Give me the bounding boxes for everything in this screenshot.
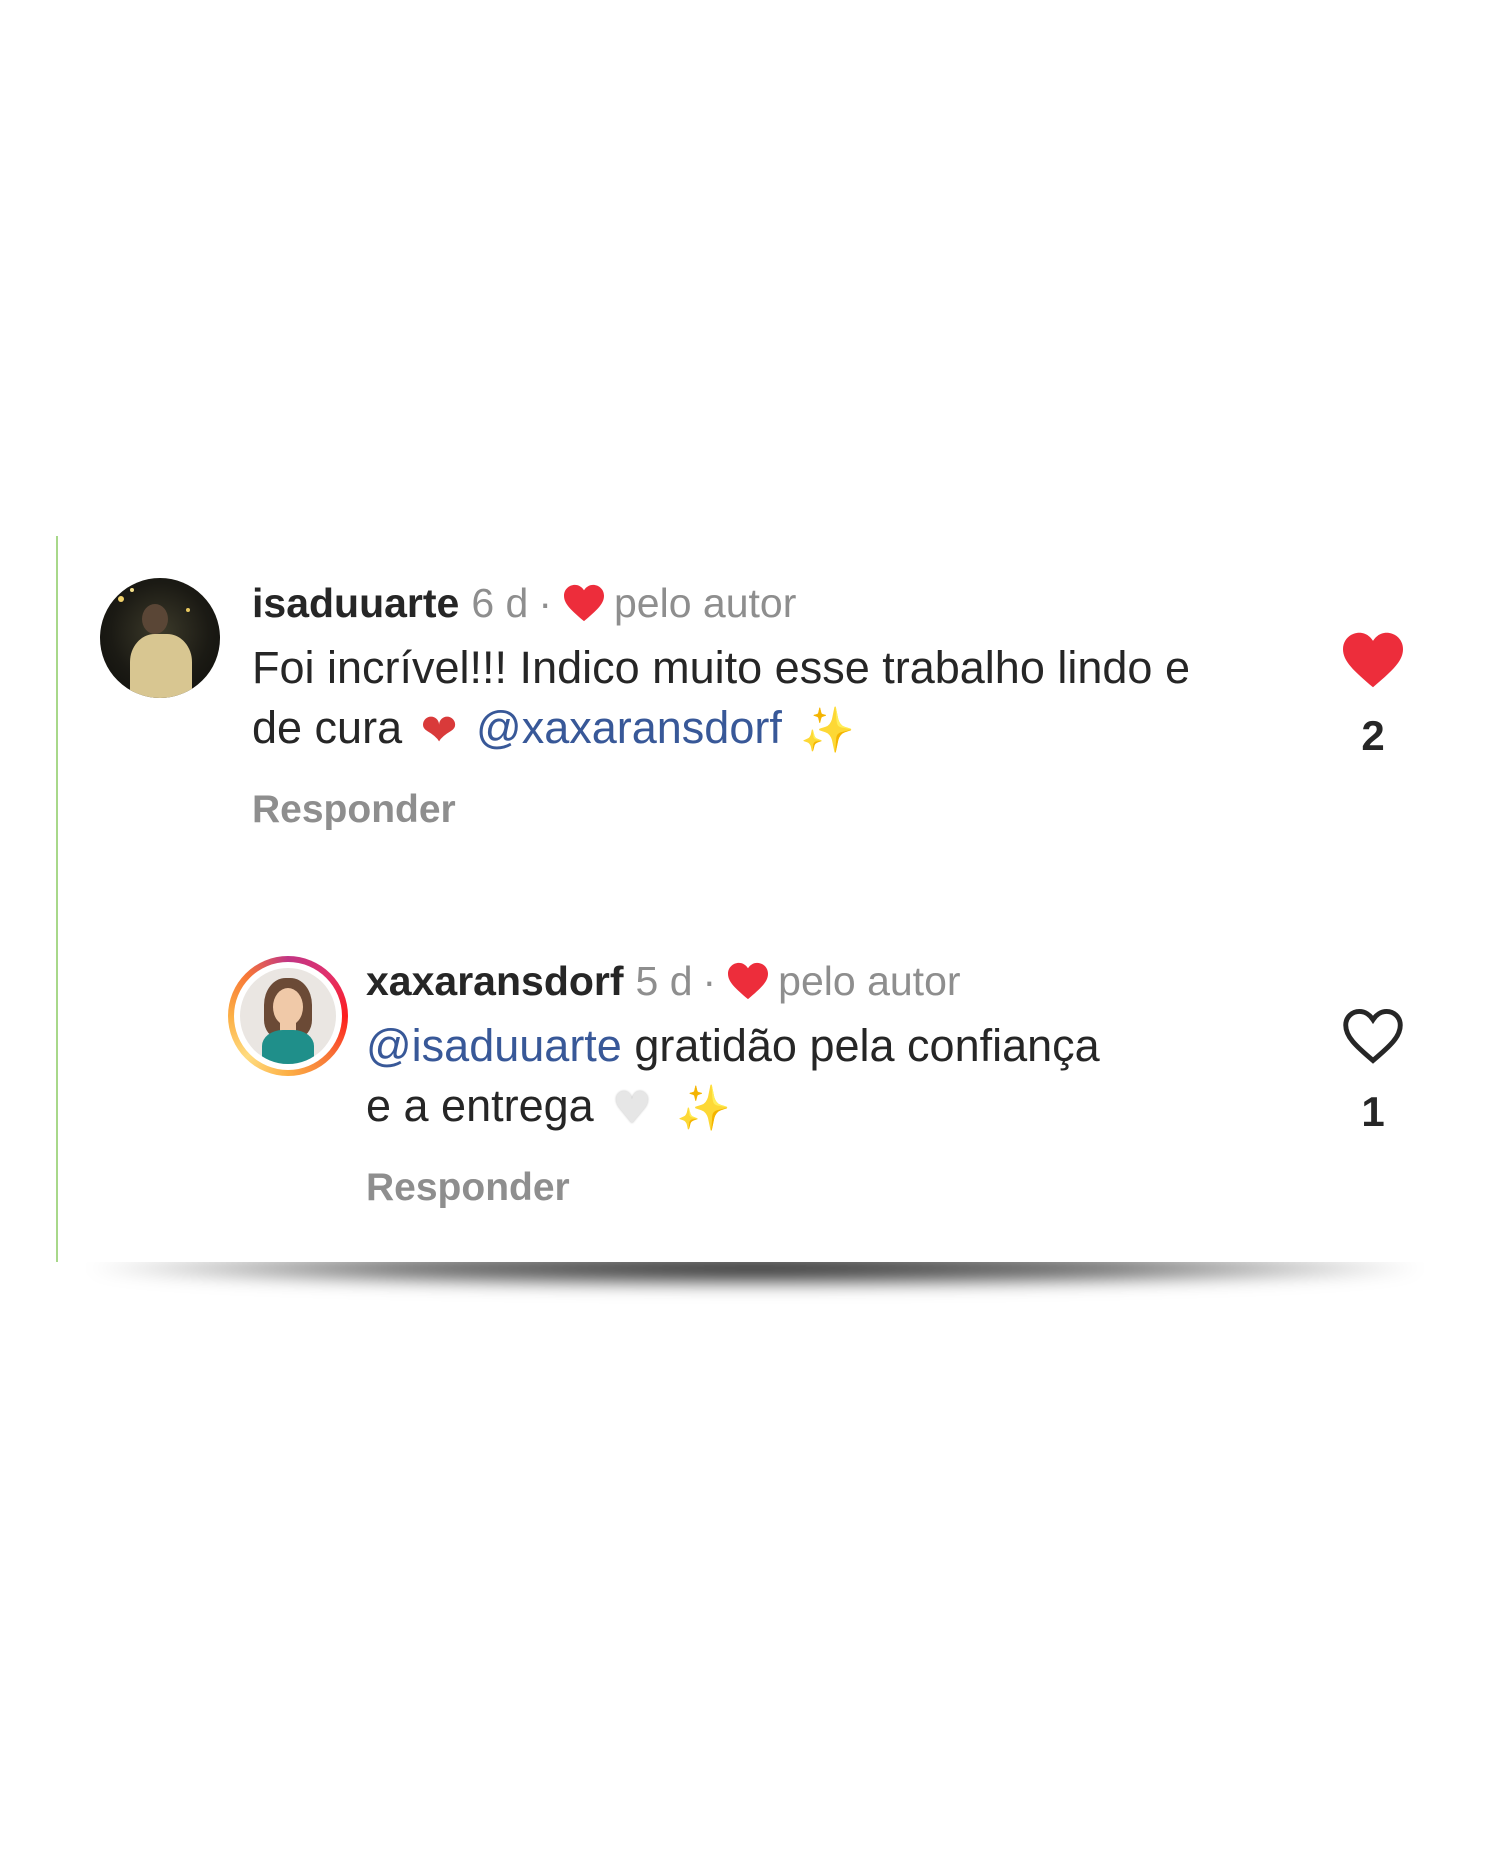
like-count[interactable]: 1	[1338, 1088, 1408, 1136]
heart-filled-icon[interactable]	[1340, 630, 1406, 690]
comments-card: isaduuarte 6 d · pelo autor Foi incrível…	[56, 536, 1438, 1262]
like-count[interactable]: 2	[1338, 712, 1408, 760]
separator: ·	[538, 580, 552, 626]
mention-link[interactable]: @xaxaransdorf	[476, 702, 782, 753]
liked-by-author-label: pelo autor	[778, 958, 961, 1004]
comment-text: @isaduuarte gratidão pela confiança e a …	[366, 1016, 1126, 1139]
reply-button[interactable]: Responder	[252, 785, 1252, 835]
timestamp: 6 d	[471, 580, 529, 626]
sparkles-emoji-icon: ✨	[676, 1083, 731, 1135]
comment-body: isaduuarte 6 d · pelo autor Foi incrível…	[252, 578, 1252, 835]
username[interactable]: xaxaransdorf	[366, 956, 624, 1006]
comment-meta: xaxaransdorf 5 d · pelo autor	[366, 956, 1126, 1006]
avatar-figure-head	[142, 604, 168, 634]
avatar-light	[118, 596, 124, 602]
comment-meta: isaduuarte 6 d · pelo autor	[252, 578, 1252, 628]
comment-text: Foi incrível!!! Indico muito esse trabal…	[252, 638, 1252, 761]
comment-body: xaxaransdorf 5 d · pelo autor @isaduuart…	[366, 956, 1126, 1213]
sparkles-emoji-icon: ✨	[800, 705, 856, 757]
avatar-light	[130, 588, 134, 592]
liked-by-author-heart-icon	[564, 584, 604, 622]
avatar-figure-body	[130, 634, 192, 698]
mending-heart-emoji-icon: ❤	[420, 705, 458, 757]
liked-by-author-heart-icon	[728, 962, 769, 1000]
like-column: 1	[1338, 1006, 1408, 1136]
avatar-photo	[240, 968, 336, 1064]
like-column: 2	[1338, 630, 1408, 760]
reply-button[interactable]: Responder	[366, 1163, 1126, 1213]
avatar-face	[273, 988, 303, 1026]
heart-outline-icon[interactable]	[1340, 1006, 1406, 1066]
avatar[interactable]	[100, 578, 220, 698]
timestamp: 5 d	[635, 958, 693, 1004]
avatar-light	[186, 608, 190, 612]
separator: ·	[702, 958, 717, 1004]
white-heart-emoji-icon: ♥	[612, 1083, 652, 1135]
avatar[interactable]	[228, 956, 348, 1076]
mention-link[interactable]: @isaduuarte	[366, 1020, 622, 1071]
username[interactable]: isaduuarte	[252, 578, 459, 628]
avatar-clothing	[262, 1030, 314, 1064]
liked-by-author-label: pelo autor	[614, 580, 797, 626]
